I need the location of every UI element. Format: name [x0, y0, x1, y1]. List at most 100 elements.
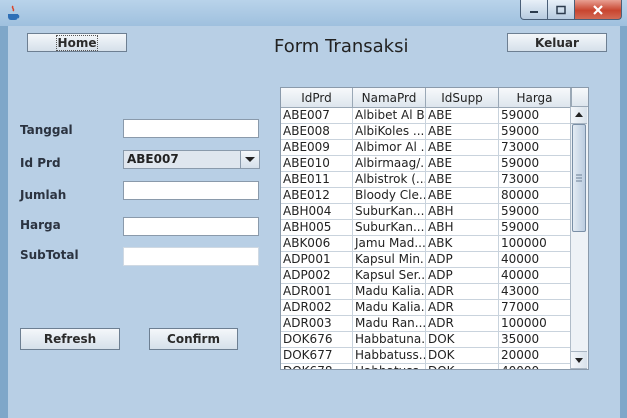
cell-idsupp[interactable]: ABE — [426, 156, 499, 171]
cell-idprd[interactable]: ABH005 — [281, 220, 353, 235]
cell-namaprd[interactable]: Kapsul Min... — [353, 252, 426, 267]
cell-namaprd[interactable]: Kapsul Ser... — [353, 268, 426, 283]
cell-namaprd[interactable]: Albirmaag/... — [353, 156, 426, 171]
cell-harga[interactable]: 59000 — [499, 220, 571, 235]
table-row[interactable]: ABE009 Albimor Al ... ABE 73000 — [281, 140, 571, 156]
table-row[interactable]: ABE008 AlbiKoles ... ABE 59000 — [281, 124, 571, 140]
cell-idprd[interactable]: ADR003 — [281, 316, 353, 331]
cell-idprd[interactable]: ABE009 — [281, 140, 353, 155]
cell-harga[interactable]: 77000 — [499, 300, 571, 315]
cell-harga[interactable]: 40000 — [499, 252, 571, 267]
cell-namaprd[interactable]: Bloody Cle... — [353, 188, 426, 203]
cell-harga[interactable]: 59000 — [499, 108, 571, 123]
cell-harga[interactable]: 100000 — [499, 316, 571, 331]
cell-namaprd[interactable]: Madu Kalia... — [353, 284, 426, 299]
cell-namaprd[interactable]: Albibet Al B... — [353, 108, 426, 123]
keluar-button[interactable]: Keluar — [507, 33, 607, 52]
table-row[interactable]: ADR003 Madu Ran... ADR 100000 — [281, 316, 571, 332]
cell-idprd[interactable]: ADR002 — [281, 300, 353, 315]
cell-idprd[interactable]: ABK006 — [281, 236, 353, 251]
cell-harga[interactable]: 73000 — [499, 140, 571, 155]
cell-idsupp[interactable]: ABE — [426, 108, 499, 123]
cell-idprd[interactable]: ABE012 — [281, 188, 353, 203]
cell-harga[interactable]: 43000 — [499, 284, 571, 299]
cell-idsupp[interactable]: ABE — [426, 188, 499, 203]
column-header-namaprd[interactable]: NamaPrd — [353, 88, 426, 107]
harga-field[interactable] — [123, 217, 259, 236]
refresh-button[interactable]: Refresh — [20, 328, 120, 350]
cell-namaprd[interactable]: Madu Ran... — [353, 316, 426, 331]
cell-harga[interactable]: 40000 — [499, 364, 571, 369]
home-button[interactable]: Home — [27, 33, 127, 52]
table-row[interactable]: ABE010 Albirmaag/... ABE 59000 — [281, 156, 571, 172]
cell-harga[interactable]: 40000 — [499, 268, 571, 283]
cell-idsupp[interactable]: DOK — [426, 364, 499, 369]
cell-idsupp[interactable]: ABH — [426, 204, 499, 219]
table-row[interactable]: ABH004 SuburKan... ABH 59000 — [281, 204, 571, 220]
cell-harga[interactable]: 20000 — [499, 348, 571, 363]
cell-harga[interactable]: 100000 — [499, 236, 571, 251]
scroll-down-button[interactable] — [571, 351, 587, 369]
table-row[interactable]: ADP002 Kapsul Ser... ADP 40000 — [281, 268, 571, 284]
cell-idsupp[interactable]: ABK — [426, 236, 499, 251]
table-row[interactable]: ABE012 Bloody Cle... ABE 80000 — [281, 188, 571, 204]
cell-namaprd[interactable]: Albimor Al ... — [353, 140, 426, 155]
cell-idsupp[interactable]: ADR — [426, 284, 499, 299]
idprd-dropdown[interactable]: ABE007 — [123, 150, 260, 169]
table-row[interactable]: ABK006 Jamu Mad... ABK 100000 — [281, 236, 571, 252]
confirm-button[interactable]: Confirm — [149, 328, 238, 350]
cell-idprd[interactable]: ADP001 — [281, 252, 353, 267]
minimize-button[interactable] — [520, 0, 548, 20]
table-row[interactable]: ABE007Albibet Al B...ABE59000 — [281, 108, 571, 124]
scrollbar-thumb[interactable] — [572, 124, 586, 232]
cell-idsupp[interactable]: ABE — [426, 124, 499, 139]
cell-idsupp[interactable]: ADR — [426, 300, 499, 315]
table-row[interactable]: ABH005 SuburKan... ABH 59000 — [281, 220, 571, 236]
cell-idprd[interactable]: ADR001 — [281, 284, 353, 299]
cell-namaprd[interactable]: Habbatuss... — [353, 364, 426, 369]
cell-namaprd[interactable]: Habbatuna... — [353, 332, 426, 347]
table-row[interactable]: ABE011 Albistrok (... ABE 73000 — [281, 172, 571, 188]
cell-idsupp[interactable]: DOK — [426, 348, 499, 363]
cell-idsupp[interactable]: ABE — [426, 140, 499, 155]
cell-idprd[interactable]: ABE008 — [281, 124, 353, 139]
table-row[interactable]: DOK677 Habbatuss... DOK 20000 — [281, 348, 571, 364]
cell-namaprd[interactable]: Albistrok (... — [353, 172, 426, 187]
table-row[interactable]: ADR001 Madu Kalia... ADR 43000 — [281, 284, 571, 300]
cell-harga[interactable]: 59000 — [499, 204, 571, 219]
jumlah-field[interactable] — [123, 181, 259, 200]
cell-idsupp[interactable]: ADP — [426, 252, 499, 267]
column-header-idprd[interactable]: IdPrd — [281, 88, 353, 107]
close-button[interactable] — [574, 0, 622, 20]
cell-harga[interactable]: 59000 — [499, 156, 571, 171]
cell-idsupp[interactable]: ADP — [426, 268, 499, 283]
cell-namaprd[interactable]: SuburKan... — [353, 204, 426, 219]
cell-idsupp[interactable]: ABH — [426, 220, 499, 235]
cell-harga[interactable]: 73000 — [499, 172, 571, 187]
cell-idsupp[interactable]: ADR — [426, 316, 499, 331]
cell-namaprd[interactable]: SuburKan... — [353, 220, 426, 235]
cell-namaprd[interactable]: Jamu Mad... — [353, 236, 426, 251]
tanggal-field[interactable] — [123, 119, 259, 138]
cell-idprd[interactable]: ADP002 — [281, 268, 353, 283]
table-row[interactable]: DOK678Habbatuss...DOK40000 — [281, 364, 571, 369]
scroll-up-button[interactable] — [571, 107, 587, 124]
column-header-idsupp[interactable]: IdSupp — [426, 88, 499, 107]
table-row[interactable]: ADP001 Kapsul Min... ADP 40000 — [281, 252, 571, 268]
cell-namaprd[interactable]: AlbiKoles ... — [353, 124, 426, 139]
cell-idprd[interactable]: ABH004 — [281, 204, 353, 219]
cell-idprd[interactable]: DOK676 — [281, 332, 353, 347]
table-row[interactable]: DOK676 Habbatuna... DOK 35000 — [281, 332, 571, 348]
vertical-scrollbar[interactable] — [570, 107, 588, 369]
cell-harga[interactable]: 80000 — [499, 188, 571, 203]
cell-namaprd[interactable]: Habbatuss... — [353, 348, 426, 363]
column-header-harga[interactable]: Harga — [499, 88, 571, 107]
maximize-button[interactable] — [547, 0, 575, 20]
cell-namaprd[interactable]: Madu Kalia... — [353, 300, 426, 315]
cell-idprd[interactable]: ABE007 — [281, 108, 353, 123]
cell-idprd[interactable]: DOK677 — [281, 348, 353, 363]
cell-idprd[interactable]: ABE011 — [281, 172, 353, 187]
cell-idsupp[interactable]: ABE — [426, 172, 499, 187]
cell-idsupp[interactable]: DOK — [426, 332, 499, 347]
dropdown-arrow-button[interactable] — [240, 151, 259, 168]
